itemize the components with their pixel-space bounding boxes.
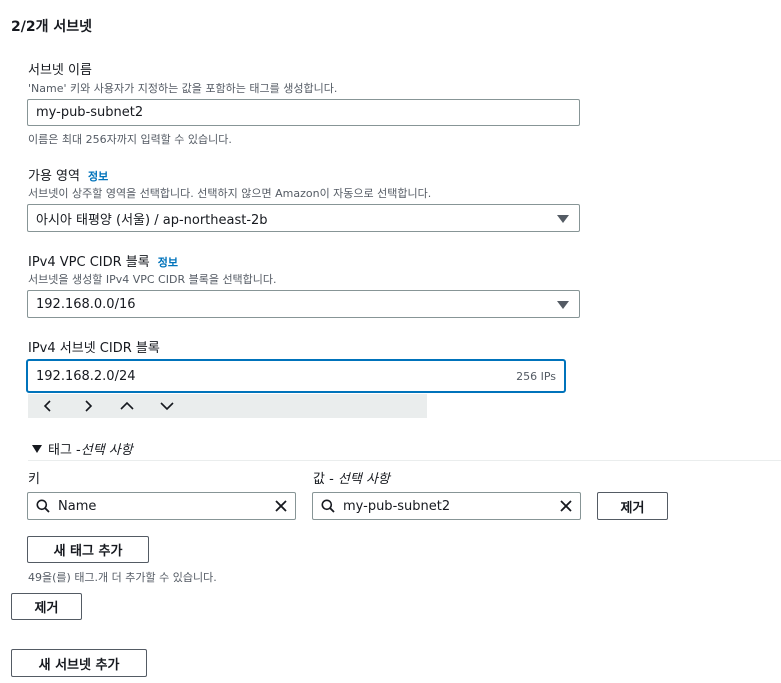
caret-down-icon <box>557 215 569 223</box>
caret-down-icon <box>557 301 569 309</box>
subnet-cidr-label: IPv4 서브넷 CIDR 블록 <box>28 341 160 356</box>
page-title: 2/2개 서브넷 <box>11 19 92 35</box>
vpc-cidr-info-link[interactable]: 정보 <box>158 256 178 269</box>
availability-zone-label: 가용 영역 <box>28 169 80 184</box>
availability-zone-info-link[interactable]: 정보 <box>88 170 108 183</box>
tag-key-input[interactable]: Name <box>27 492 296 520</box>
tags-section-label: 태그 - <box>48 443 81 458</box>
tags-section-optional: 선택 사항 <box>80 443 133 458</box>
availability-zone-label-row: 가용 영역 정보 <box>28 165 108 184</box>
vpc-cidr-label-row: IPv4 VPC CIDR 블록 정보 <box>28 251 178 270</box>
availability-zone-description: 서브넷이 상주할 영역을 선택합니다. 선택하지 않으면 Amazon이 자동으… <box>28 187 432 200</box>
subnet-name-label: 서브넷 이름 <box>28 63 92 78</box>
subnet-cidr-input[interactable]: 192.168.2.0/24 256 IPs <box>26 359 566 393</box>
vpc-cidr-description: 서브넷을 생성할 IPv4 VPC CIDR 블록을 선택합니다. <box>28 273 277 286</box>
chevron-right-icon[interactable] <box>76 394 100 418</box>
add-subnet-button[interactable]: 새 서브넷 추가 <box>11 649 147 677</box>
subnet-name-value: my-pub-subnet2 <box>36 105 144 120</box>
clear-icon[interactable] <box>560 500 572 512</box>
vpc-cidr-label: IPv4 VPC CIDR 블록 <box>28 255 150 270</box>
search-icon <box>36 499 50 513</box>
add-tag-button[interactable]: 새 태그 추가 <box>27 536 149 563</box>
availability-zone-select[interactable]: 아시아 태평양 (서울) / ap-northeast-2b <box>27 204 580 232</box>
tag-value-optional: 선택 사항 <box>337 472 390 487</box>
remove-subnet-button[interactable]: 제거 <box>11 593 82 620</box>
remove-tag-button[interactable]: 제거 <box>597 492 668 520</box>
caret-down-icon <box>32 444 42 453</box>
search-icon <box>321 499 335 513</box>
clear-icon[interactable] <box>275 500 287 512</box>
tag-key-value: Name <box>58 498 97 514</box>
chevron-up-icon[interactable] <box>115 394 139 418</box>
tags-section-toggle[interactable]: 태그 - 선택 사항 <box>32 439 133 458</box>
availability-zone-value: 아시아 태평양 (서울) / ap-northeast-2b <box>36 212 268 228</box>
tag-value-input[interactable]: my-pub-subnet2 <box>312 492 581 520</box>
subnet-name-input[interactable]: my-pub-subnet2 <box>27 99 580 126</box>
subnet-name-description: 'Name' 키와 사용자가 지정하는 값을 포함하는 태그를 생성합니다. <box>28 82 338 95</box>
subnet-cidr-value: 192.168.2.0/24 <box>36 368 136 384</box>
vpc-cidr-select[interactable]: 192.168.0.0/16 <box>27 290 580 318</box>
chevron-left-icon[interactable] <box>36 394 60 418</box>
tag-value-value: my-pub-subnet2 <box>343 498 451 514</box>
cidr-stepper <box>28 394 427 418</box>
subnet-cidr-ip-count: 256 IPs <box>516 369 556 383</box>
tag-value-label: 값 - <box>313 472 338 487</box>
tags-divider <box>28 460 781 461</box>
tag-value-label-row: 값 - 선택 사항 <box>313 468 390 487</box>
subnet-name-hint: 이름은 최대 256자까지 입력할 수 있습니다. <box>28 133 232 146</box>
chevron-down-icon[interactable] <box>155 394 179 418</box>
vpc-cidr-value: 192.168.0.0/16 <box>36 296 136 312</box>
tags-remaining-hint: 49을(를) 태그.개 더 추가할 수 있습니다. <box>28 571 217 584</box>
tag-key-label: 키 <box>28 472 40 487</box>
